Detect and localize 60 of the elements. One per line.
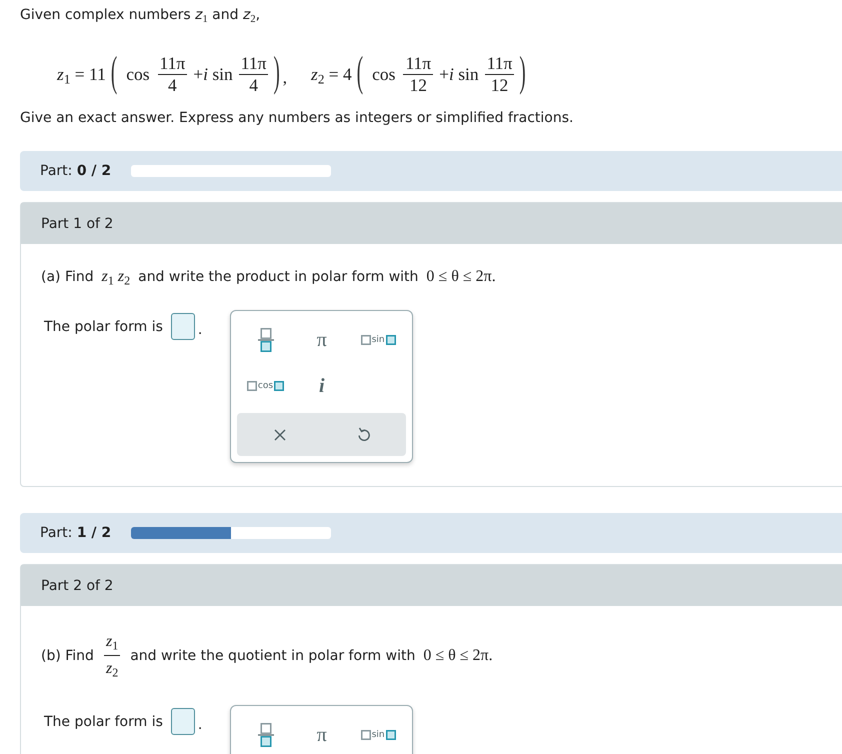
fraction-template-icon [258, 723, 274, 747]
fraction-numerator: 11π [240, 52, 268, 74]
filled-box-icon [274, 381, 284, 391]
empty-box-icon [360, 730, 371, 740]
function-key[interactable]: sin [358, 728, 398, 742]
fraction-denominator: 12 [408, 74, 428, 96]
formula-lhs: z$_{2}$ = 4 [311, 64, 352, 84]
close-parenthesis: ) [273, 52, 280, 96]
function-key[interactable]: cos [244, 379, 286, 393]
answer-label: The polar form is [44, 712, 163, 732]
empty-box-icon [246, 381, 257, 391]
fraction-template-icon [258, 328, 274, 352]
symbol-key[interactable]: π [314, 723, 329, 747]
question-text: and write the product in polar form with [138, 268, 418, 287]
fraction-denominator: z$_{2}$ [104, 659, 120, 682]
trig-operator: cos [372, 64, 396, 84]
question-text: (a) Find [41, 268, 94, 287]
fraction-numerator: z$_{1}$ [104, 632, 120, 654]
fraction-numerator: 11π [158, 52, 186, 74]
answer-period: . [198, 716, 202, 735]
answer-field[interactable] [170, 313, 195, 340]
instructions-text: Give an exact answer. Express any numbers as integers or simplified fractions. [20, 109, 574, 128]
fraction-denominator: 4 [166, 74, 178, 96]
trig-operator: +i sin [193, 64, 233, 84]
function-key[interactable]: sin [358, 333, 398, 347]
question-text: and write the quotient in polar form with [130, 646, 416, 666]
progress-label: Part: 0 / 2 [40, 162, 112, 181]
math-expression: 0 ≤ θ ≤ 2π. [426, 267, 496, 287]
question-text: (b) Find [41, 646, 94, 666]
formula-lhs: z$_{1}$ = 11 [57, 64, 106, 84]
fraction-key[interactable] [256, 327, 276, 353]
clear-button[interactable] [272, 426, 288, 442]
answer-field[interactable] [170, 708, 195, 735]
fraction-key[interactable] [256, 722, 276, 748]
empty-box-icon [360, 335, 371, 345]
undo-icon [358, 427, 370, 442]
intro-text: Given complex numbers z$_{1}$ and z$_{2}$, [20, 6, 260, 25]
answer-period: . [198, 321, 202, 340]
trig-operator: +i sin [439, 64, 479, 84]
math-expression: z$_{1}$ z$_{2}$ [102, 267, 130, 287]
filled-box-icon [386, 335, 396, 345]
open-parenthesis: ( [110, 52, 118, 96]
variable-key[interactable]: i [317, 374, 327, 398]
undo-button[interactable] [356, 425, 372, 444]
fraction-numerator: 11π [404, 52, 432, 74]
fraction-denominator: 4 [248, 74, 259, 96]
part-header: Part 2 of 2 [21, 565, 842, 606]
formula-comma: , [282, 68, 288, 88]
close-parenthesis: ) [519, 52, 526, 96]
fraction-numerator: 11π [486, 52, 514, 74]
fraction-denominator: 12 [490, 74, 510, 96]
filled-box-icon [386, 730, 396, 740]
math-expression: 0 ≤ θ ≤ 2π. [423, 646, 493, 666]
symbol-key[interactable]: π [314, 328, 329, 352]
answer-label: The polar form is [44, 318, 163, 336]
trig-operator: cos [126, 64, 150, 84]
part-header: Part 1 of 2 [21, 203, 842, 244]
progress-label: Part: 1 / 2 [40, 524, 112, 543]
open-parenthesis: ( [356, 52, 364, 96]
x-icon [274, 428, 286, 440]
